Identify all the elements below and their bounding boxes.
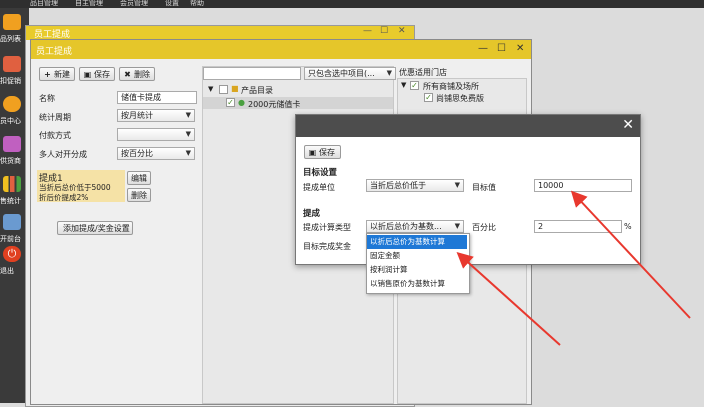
menu-item-5[interactable]: 帮助 <box>190 0 204 8</box>
store-header: 优惠适用门店 <box>399 68 447 77</box>
add-commission-button[interactable]: 添加提成/奖金设置 <box>57 221 133 235</box>
search-input[interactable] <box>203 67 301 80</box>
target-input[interactable]: 10000 <box>534 179 632 192</box>
chevron-down-icon: ▼ <box>185 130 191 138</box>
commission-item[interactable]: 提成1 当折后总价低于5000 折后价提成2% <box>37 170 125 202</box>
dot-icon: ● <box>238 98 245 107</box>
close-icon[interactable]: ✕ <box>516 43 524 54</box>
minimize-icon[interactable]: — <box>363 26 372 36</box>
percent-input[interactable]: 2 <box>534 220 622 233</box>
maximize-icon[interactable]: ☐ <box>497 43 506 54</box>
unit-select[interactable]: 当折后总价低于 ▼ <box>366 179 464 192</box>
calc-dropdown-list: 以折后总价为基数计算 固定金额 按利润计算 以销售原价为基数计算 <box>366 233 470 294</box>
pos-icon <box>3 214 21 230</box>
edit-button[interactable]: 编辑 <box>127 171 151 185</box>
chevron-down-icon: ▼ <box>185 149 191 157</box>
dropdown-option-selected[interactable]: 以折后总价为基数计算 <box>367 235 467 249</box>
plus-icon: + <box>44 70 51 79</box>
close-icon[interactable]: ✕ <box>398 26 406 36</box>
collapse-icon[interactable]: ▼ <box>208 85 213 93</box>
menubar: 品目管理 自主管理 会员管理 设置 帮助 <box>0 0 704 8</box>
floppy-icon: ▣ <box>308 148 317 157</box>
collapse-icon[interactable]: ▼ <box>401 81 406 89</box>
target-section-title: 目标设置 <box>303 168 338 178</box>
all-stores-label: 所有商铺及场所 <box>423 82 479 91</box>
dropdown-option[interactable]: 以销售原价为基数计算 <box>367 277 467 291</box>
tree-root-checkbox[interactable] <box>219 85 228 94</box>
payment-select[interactable]: ▼ <box>117 128 195 141</box>
background-window-titlebar: 员工提成 — ☐ ✕ <box>26 26 414 40</box>
chevron-down-icon: ▼ <box>454 222 460 230</box>
folder-icon: ■ <box>231 84 239 93</box>
tree-child-label: 2000元储值卡 <box>248 100 301 109</box>
split-label: 多人对开分成 <box>39 150 87 159</box>
tree-child-checkbox[interactable]: ✓ <box>226 98 235 107</box>
percent-unit: % <box>624 222 632 231</box>
people-icon <box>3 96 21 112</box>
new-button[interactable]: + 新建 <box>39 67 75 81</box>
delete-commission-button[interactable]: 删除 <box>127 188 151 202</box>
supplier-icon <box>3 136 21 152</box>
all-stores-checkbox[interactable]: ✓ <box>410 81 419 90</box>
menu-item-2[interactable]: 自主管理 <box>75 0 103 8</box>
store1-checkbox[interactable]: ✓ <box>424 93 433 102</box>
calc-label: 提成计算类型 <box>303 223 351 232</box>
chart-icon <box>3 176 21 192</box>
tag-icon <box>3 56 21 72</box>
list-icon <box>3 14 21 30</box>
power-icon: ⏻ <box>3 246 21 262</box>
store1-label: 尚铺思免费版 <box>436 94 484 103</box>
filter-select[interactable]: 只包含选中项目(... ▼ <box>304 67 396 80</box>
commission-line2: 折后价提成2% <box>39 193 89 202</box>
window-title: 员工提成 <box>36 47 73 57</box>
bonus-label: 目标完成奖金 <box>303 242 351 251</box>
chevron-down-icon: ▼ <box>386 69 392 77</box>
calc-select[interactable]: 以折后总价为基数... ▼ <box>366 220 464 233</box>
delete-button[interactable]: ✖ 删除 <box>119 67 155 81</box>
target-label: 目标值 <box>472 183 496 192</box>
close-icon[interactable]: ✕ <box>622 117 634 133</box>
dialog-save-button[interactable]: ▣ 保存 <box>304 145 341 159</box>
menu-item-3[interactable]: 会员管理 <box>120 0 148 8</box>
payment-label: 付款方式 <box>39 131 71 140</box>
menu-item-4[interactable]: 设置 <box>165 0 179 8</box>
chevron-down-icon: ▼ <box>185 111 191 119</box>
unit-label: 提成单位 <box>303 183 335 192</box>
minimize-icon[interactable]: — <box>478 43 488 54</box>
period-select[interactable]: 按月统计 ▼ <box>117 109 195 122</box>
commission-window-titlebar: 员工提成 — ☐ ✕ <box>31 40 531 59</box>
dropdown-option[interactable]: 固定金额 <box>367 249 467 263</box>
name-label: 名称 <box>39 94 55 103</box>
save-button[interactable]: ▣ 保存 <box>79 67 115 81</box>
split-select[interactable]: 按百分比 ▼ <box>117 147 195 160</box>
menu-item-1[interactable]: 品目管理 <box>30 0 58 8</box>
x-icon: ✖ <box>124 70 131 79</box>
commission-section-title: 提成 <box>303 209 321 219</box>
maximize-icon[interactable]: ☐ <box>380 26 388 36</box>
percent-label: 百分比 <box>472 223 496 232</box>
dialog-header: ✕ <box>296 115 640 137</box>
dropdown-option[interactable]: 按利润计算 <box>367 263 467 277</box>
chevron-down-icon: ▼ <box>454 181 460 189</box>
tree-root-label: 产品目录 <box>241 86 273 95</box>
period-label: 统计周期 <box>39 113 71 122</box>
floppy-icon: ▣ <box>83 70 92 79</box>
name-input[interactable]: 储值卡提成 <box>117 91 197 104</box>
